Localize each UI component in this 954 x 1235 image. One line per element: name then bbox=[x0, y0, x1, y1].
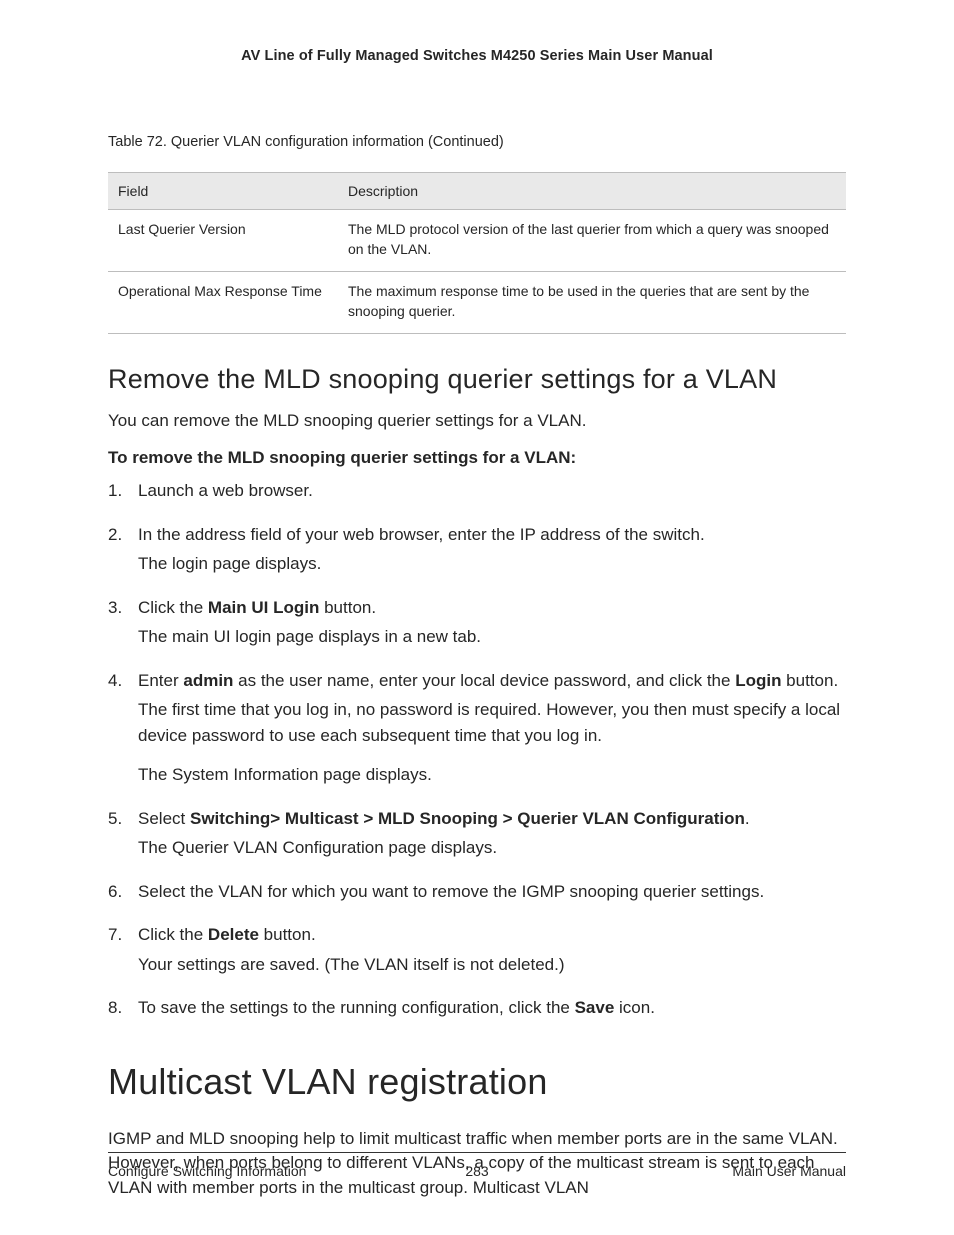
section-heading-multicast: Multicast VLAN registration bbox=[108, 1061, 846, 1103]
step-subtext: The Querier VLAN Configuration page disp… bbox=[138, 835, 846, 861]
step-item: Click the Delete button. Your settings a… bbox=[108, 922, 846, 977]
step-text: Launch a web browser. bbox=[138, 481, 313, 500]
step-item: Select the VLAN for which you want to re… bbox=[108, 879, 846, 905]
step-text: Select the VLAN for which you want to re… bbox=[138, 882, 764, 901]
table-caption: Table 72. Querier VLAN configuration inf… bbox=[108, 134, 846, 150]
table-header-row: Field Description bbox=[108, 173, 846, 210]
step-text: Click the Main UI Login button. bbox=[138, 598, 376, 617]
document-header: AV Line of Fully Managed Switches M4250 … bbox=[108, 48, 846, 64]
table-header-description: Description bbox=[338, 173, 846, 210]
step-subtext: Your settings are saved. (The VLAN itsel… bbox=[138, 952, 846, 978]
step-item: To save the settings to the running conf… bbox=[108, 995, 846, 1021]
page-content: AV Line of Fully Managed Switches M4250 … bbox=[0, 0, 954, 1200]
step-subtext: The main UI login page displays in a new… bbox=[138, 624, 846, 650]
step-item: Select Switching> Multicast > MLD Snoopi… bbox=[108, 806, 846, 861]
table-cell-desc: The MLD protocol version of the last que… bbox=[338, 210, 846, 272]
table-row: Last Querier Version The MLD protocol ve… bbox=[108, 210, 846, 272]
step-text: Click the Delete button. bbox=[138, 925, 316, 944]
step-text: Select Switching> Multicast > MLD Snoopi… bbox=[138, 809, 750, 828]
step-item: Enter admin as the user name, enter your… bbox=[108, 668, 846, 788]
step-item: In the address field of your web browser… bbox=[108, 522, 846, 577]
table-cell-field: Operational Max Response Time bbox=[108, 272, 338, 334]
config-table: Field Description Last Querier Version T… bbox=[108, 172, 846, 334]
page-footer: Configure Switching Information 283 Main… bbox=[108, 1152, 846, 1179]
table-header-field: Field bbox=[108, 173, 338, 210]
step-item: Click the Main UI Login button. The main… bbox=[108, 595, 846, 650]
step-item: Launch a web browser. bbox=[108, 478, 846, 504]
step-subtext: The System Information page displays. bbox=[138, 762, 846, 788]
footer-right: Main User Manual bbox=[732, 1163, 846, 1179]
section-intro: You can remove the MLD snooping querier … bbox=[108, 409, 846, 434]
step-subtext: The login page displays. bbox=[138, 551, 846, 577]
step-text: In the address field of your web browser… bbox=[138, 525, 705, 544]
step-text: Enter admin as the user name, enter your… bbox=[138, 671, 838, 690]
table-row: Operational Max Response Time The maximu… bbox=[108, 272, 846, 334]
table-cell-desc: The maximum response time to be used in … bbox=[338, 272, 846, 334]
procedure-steps: Launch a web browser. In the address fie… bbox=[108, 478, 846, 1021]
step-subtext: The first time that you log in, no passw… bbox=[138, 697, 846, 748]
table-cell-field: Last Querier Version bbox=[108, 210, 338, 272]
footer-left: Configure Switching Information bbox=[108, 1163, 306, 1179]
step-text: To save the settings to the running conf… bbox=[138, 998, 655, 1017]
procedure-lead: To remove the MLD snooping querier setti… bbox=[108, 448, 846, 468]
section-heading-remove: Remove the MLD snooping querier settings… bbox=[108, 364, 846, 395]
